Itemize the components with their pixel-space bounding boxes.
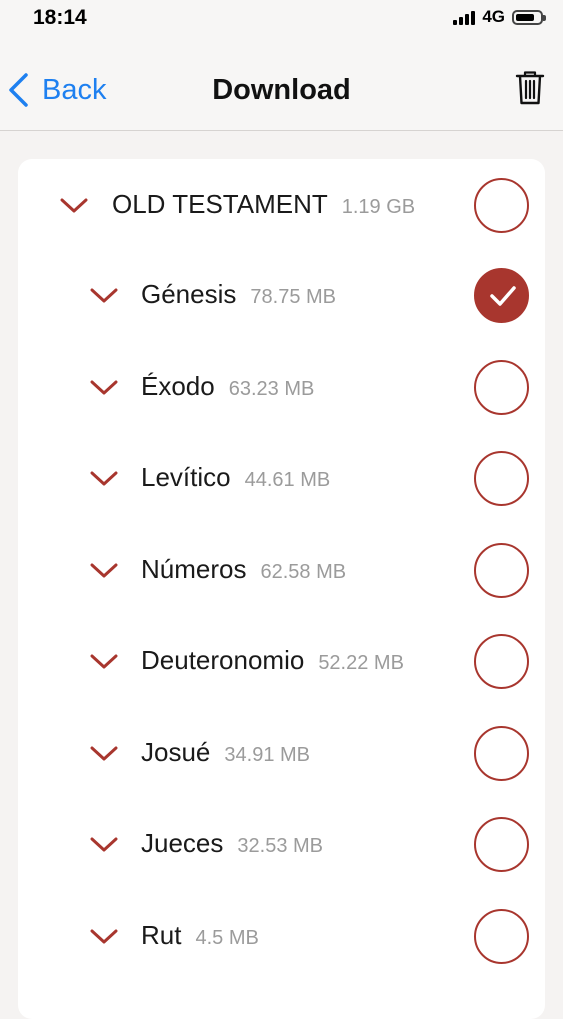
chevron-down-icon[interactable] [90,837,118,853]
book-title: Génesis 78.75 MB [141,279,336,310]
section-title: OLD TESTAMENT 1.19 GB [112,189,415,220]
book-size: 4.5 MB [195,926,259,949]
book-name: Rut [141,919,182,950]
list-item[interactable]: Rut 4.5 MB [18,902,545,972]
select-checkbox[interactable] [474,451,529,506]
book-title: Deuteronomio 52.22 MB [141,645,404,676]
chevron-down-icon[interactable] [90,563,118,579]
list-item[interactable]: Génesis 78.75 MB [18,261,545,331]
select-checkbox[interactable] [474,178,529,233]
book-name: Números [141,553,247,584]
select-checkbox[interactable] [474,634,529,689]
status-time: 18:14 [33,6,87,29]
list-item[interactable]: Josué 34.91 MB [18,719,545,789]
section-row-old-testament[interactable]: OLD TESTAMENT 1.19 GB [18,171,545,241]
select-checkbox[interactable] [474,908,529,964]
select-checkbox[interactable] [474,359,529,415]
book-name: Jueces [141,828,224,858]
chevron-down-icon[interactable] [90,288,118,304]
book-size: 34.91 MB [224,743,310,766]
book-title: Números 62.58 MB [141,554,346,585]
list-item[interactable]: Deuteronomio 52.22 MB [18,627,545,697]
chevron-down-icon[interactable] [90,471,118,487]
list-item[interactable]: Levítico 44.61 MB [18,444,545,514]
network-type: 4G [482,7,505,26]
list-item[interactable]: Números 62.58 MB [18,536,545,606]
chevron-down-icon[interactable] [90,746,118,762]
select-checkbox[interactable] [474,268,529,323]
book-name: Éxodo [141,370,215,401]
book-size: 32.53 MB [237,835,323,857]
book-size: 78.75 MB [250,286,336,308]
chevron-down-icon[interactable] [90,929,118,945]
section-size: 1.19 GB [341,196,416,218]
battery-level [516,13,535,21]
book-size: 52.22 MB [318,652,404,674]
navigation-bar: Back Download [0,34,563,131]
book-title: Jueces 32.53 MB [141,828,323,859]
book-name: Josué [141,736,211,767]
select-checkbox[interactable] [474,817,529,872]
book-name: Génesis [141,279,237,309]
status-bar: 18:14 4G [0,0,563,34]
trash-icon[interactable] [515,70,545,106]
book-size: 62.58 MB [260,560,347,583]
book-size: 44.61 MB [244,469,331,491]
battery-icon [512,9,546,25]
chevron-down-icon[interactable] [60,198,88,214]
section-label: OLD TESTAMENT [112,189,328,219]
book-title: Éxodo 63.23 MB [141,371,314,402]
signal-icon [453,10,476,25]
book-name: Levítico [141,462,231,492]
book-title: Levítico 44.61 MB [141,462,330,493]
list-item[interactable]: Éxodo 63.23 MB [18,353,545,423]
list-item[interactable]: Jueces 32.53 MB [18,810,545,880]
book-name: Deuteronomio [141,645,305,675]
chevron-down-icon[interactable] [90,654,118,670]
page-title: Download [212,74,351,106]
select-checkbox[interactable] [474,542,529,598]
status-indicators: 4G [453,7,546,27]
chevron-down-icon[interactable] [90,380,118,396]
checkmark-icon [490,286,516,306]
download-list: OLD TESTAMENT 1.19 GB Génesis 78.75 MB Éxod… [18,159,545,1019]
book-size: 63.23 MB [228,377,315,400]
book-title: Josué 34.91 MB [141,737,310,768]
book-title: Rut 4.5 MB [141,920,259,951]
select-checkbox[interactable] [474,725,529,781]
